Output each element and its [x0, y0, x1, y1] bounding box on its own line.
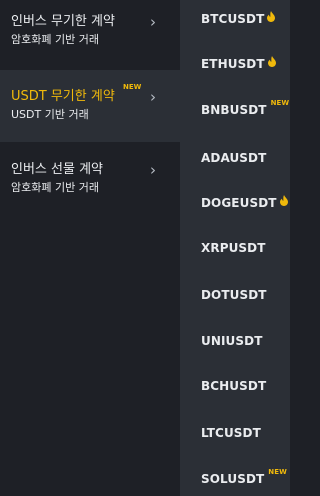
new-badge: NEW [123, 83, 142, 91]
symbol-item-adausdt[interactable]: ADAUSDT [201, 151, 266, 165]
symbol-item-solusdt[interactable]: SOLUSDT NEW [201, 468, 287, 486]
menu-item-title: 인버스 무기한 계약 [11, 14, 115, 29]
symbol-item-dotusdt[interactable]: DOTUSDT [201, 288, 267, 302]
chevron-right-icon: › [150, 161, 156, 179]
symbol-name: DOTUSDT [201, 288, 267, 302]
contract-menu: 인버스 무기한 계약 암호화폐 기반 거래 › USDT 무기한 계약 NEW … [0, 0, 290, 496]
symbol-item-btcusdt[interactable]: BTCUSDT [201, 11, 276, 26]
symbol-item-bnbusdt[interactable]: BNBUSDT NEW [201, 99, 289, 117]
fire-icon [267, 11, 276, 25]
menu-item-usdt-perpetual[interactable]: USDT 무기한 계약 NEW USDT 기반 거래 › [0, 70, 180, 142]
menu-item-title: 인버스 선물 계약 [11, 162, 103, 177]
chevron-right-icon: › [150, 88, 156, 106]
symbol-item-uniusdt[interactable]: UNIUSDT [201, 334, 263, 348]
symbol-name: XRPUSDT [201, 241, 266, 255]
symbol-name: BCHUSDT [201, 379, 267, 393]
symbol-item-ltcusdt[interactable]: LTCUSDT [201, 426, 261, 440]
contract-type-panel: 인버스 무기한 계약 암호화폐 기반 거래 › USDT 무기한 계약 NEW … [0, 0, 180, 496]
menu-item-title: USDT 무기한 계약 [11, 89, 115, 104]
new-badge: NEW [270, 99, 290, 107]
symbol-name: ADAUSDT [201, 151, 267, 165]
symbol-name: UNIUSDT [201, 334, 263, 348]
symbol-name: ETHUSDT [201, 57, 265, 71]
symbol-item-ethusdt[interactable]: ETHUSDT [201, 56, 276, 71]
chevron-right-icon: › [150, 13, 156, 31]
fire-icon [279, 195, 288, 209]
symbol-item-bchusdt[interactable]: BCHUSDT [201, 379, 266, 393]
menu-item-inverse-futures[interactable]: 인버스 선물 계약 암호화폐 기반 거래 › [0, 152, 180, 206]
menu-item-inverse-perpetual[interactable]: 인버스 무기한 계약 암호화폐 기반 거래 › [0, 0, 180, 54]
symbol-name: LTCUSDT [201, 426, 261, 440]
symbol-item-dogeusdt[interactable]: DOGEUSDT [201, 195, 288, 210]
symbol-name: BNBUSDT [201, 103, 267, 117]
menu-item-subtitle: 암호화폐 기반 거래 [11, 181, 99, 194]
symbol-name: DOGEUSDT [201, 196, 277, 210]
symbol-item-xrpusdt[interactable]: XRPUSDT [201, 241, 266, 255]
new-badge: NEW [268, 468, 287, 476]
fire-icon [267, 56, 276, 70]
menu-item-subtitle: 암호화폐 기반 거래 [11, 33, 99, 46]
symbol-name: SOLUSDT [201, 472, 265, 486]
menu-item-subtitle: USDT 기반 거래 [11, 108, 89, 121]
symbol-name: BTCUSDT [201, 12, 265, 26]
